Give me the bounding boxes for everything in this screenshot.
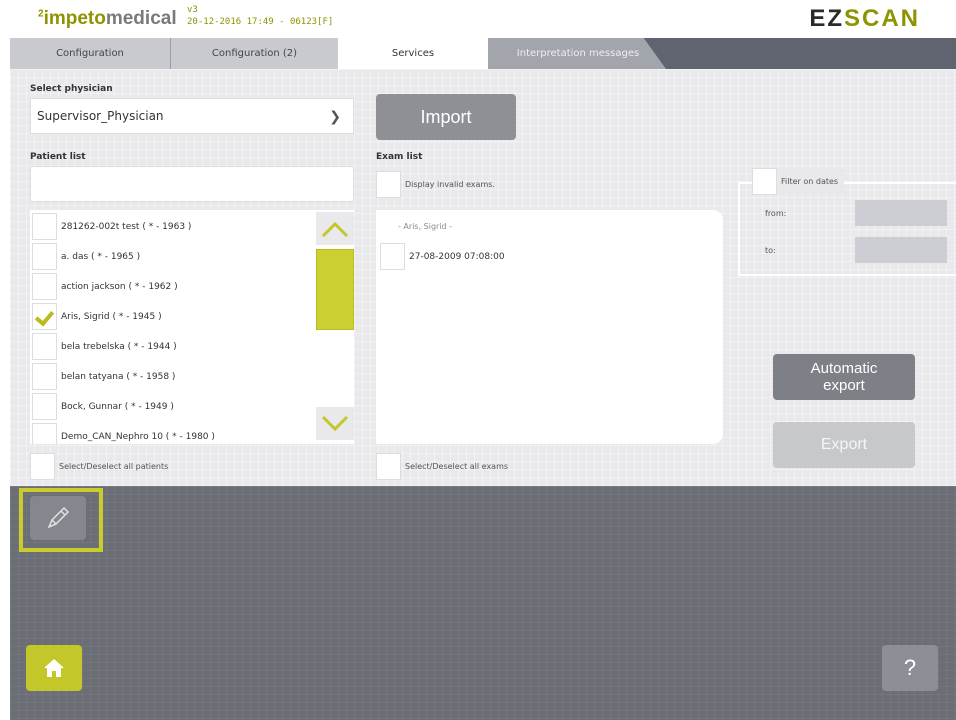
help-button[interactable]: ? xyxy=(882,645,938,691)
patient-checkbox[interactable] xyxy=(32,243,57,270)
patient-row[interactable]: a. das ( * - 1965 ) xyxy=(30,242,314,271)
select-all-exams[interactable]: Select/Deselect all exams xyxy=(376,453,508,480)
select-all-exams-checkbox[interactable] xyxy=(376,453,401,480)
patient-row[interactable]: Demo_CAN_Nephro 10 ( * - 1980 ) xyxy=(30,422,314,444)
automatic-export-button[interactable]: Automatic export xyxy=(773,354,915,400)
app-header: 2impetomedical v3 20-12-2016 17:49 - 061… xyxy=(0,0,956,38)
physician-label: Select physician xyxy=(30,84,113,94)
select-all-patients-checkbox[interactable] xyxy=(30,453,55,480)
patient-search-input[interactable] xyxy=(30,166,354,202)
import-button[interactable]: Import xyxy=(376,94,516,140)
tab-bar: Configuration Configuration (2) Interpre… xyxy=(10,38,956,69)
footer-area xyxy=(10,486,956,720)
datetime-label: 20-12-2016 17:49 - 06123[F] xyxy=(187,17,334,27)
version-label: v3 xyxy=(187,5,198,15)
patient-checkbox[interactable] xyxy=(32,393,57,420)
tab-services[interactable]: Services xyxy=(338,38,488,69)
display-invalid-checkbox[interactable] xyxy=(376,171,401,198)
patient-row[interactable]: belan tatyana ( * - 1958 ) xyxy=(30,362,314,391)
exam-group-header: - Aris, Sigrid - xyxy=(398,222,453,231)
scroll-up-button[interactable] xyxy=(316,212,354,245)
patient-row[interactable]: Aris, Sigrid ( * - 1945 ) xyxy=(30,302,314,331)
home-button[interactable] xyxy=(26,645,82,691)
to-label: to: xyxy=(765,246,776,255)
filter-on-dates[interactable]: Filter on dates xyxy=(752,168,845,195)
filter-dates-checkbox[interactable] xyxy=(752,168,777,195)
chevron-down-icon xyxy=(321,415,349,431)
patient-row[interactable]: bela trebelska ( * - 1944 ) xyxy=(30,332,314,361)
scroll-down-button[interactable] xyxy=(316,407,354,440)
select-all-patients[interactable]: Select/Deselect all patients xyxy=(30,453,168,480)
tab-configuration[interactable]: Configuration xyxy=(10,38,170,69)
home-icon xyxy=(44,659,64,677)
patient-checkbox-checked[interactable] xyxy=(32,303,57,330)
patient-row[interactable]: action jackson ( * - 1962 ) xyxy=(30,272,314,301)
export-button[interactable]: Export xyxy=(773,422,915,468)
tab-configuration-2[interactable]: Configuration (2) xyxy=(170,38,338,69)
patient-row[interactable]: Bock, Gunnar ( * - 1949 ) xyxy=(30,392,314,421)
scrollbar-thumb[interactable] xyxy=(316,249,354,330)
exam-checkbox[interactable] xyxy=(380,243,405,270)
patient-checkbox[interactable] xyxy=(32,273,57,300)
exam-list: - Aris, Sigrid - 27-08-2009 07:08:00 xyxy=(376,210,723,444)
version-info: v3 20-12-2016 17:49 - 06123[F] xyxy=(187,4,333,28)
patient-checkbox[interactable] xyxy=(32,213,57,240)
patient-list-label: Patient list xyxy=(30,152,86,162)
physician-select[interactable]: Supervisor_Physician ❯ xyxy=(30,98,354,134)
date-to-input[interactable] xyxy=(855,237,947,263)
patient-checkbox[interactable] xyxy=(32,423,57,444)
brand-logo: 2impetomedical xyxy=(38,8,177,29)
patient-checkbox[interactable] xyxy=(32,363,57,390)
exam-row[interactable]: 27-08-2009 07:08:00 xyxy=(378,242,708,271)
chevron-down-icon: ❯ xyxy=(329,109,341,125)
date-from-input[interactable] xyxy=(855,200,947,226)
patient-row[interactable]: 281262-002t test ( * - 1963 ) xyxy=(30,212,314,241)
exam-list-label: Exam list xyxy=(376,152,423,162)
product-logo: EZSCAN xyxy=(809,5,920,32)
chevron-up-icon xyxy=(321,221,349,237)
patient-list: 281262-002t test ( * - 1963 ) a. das ( *… xyxy=(30,210,354,444)
patient-checkbox[interactable] xyxy=(32,333,57,360)
edit-highlight-frame xyxy=(19,488,103,552)
from-label: from: xyxy=(765,209,787,218)
tab-interpretation-messages[interactable]: Interpretation messages xyxy=(480,38,666,69)
display-invalid-exams[interactable]: Display invalid exams. xyxy=(376,171,495,198)
physician-value: Supervisor_Physician xyxy=(37,109,164,123)
